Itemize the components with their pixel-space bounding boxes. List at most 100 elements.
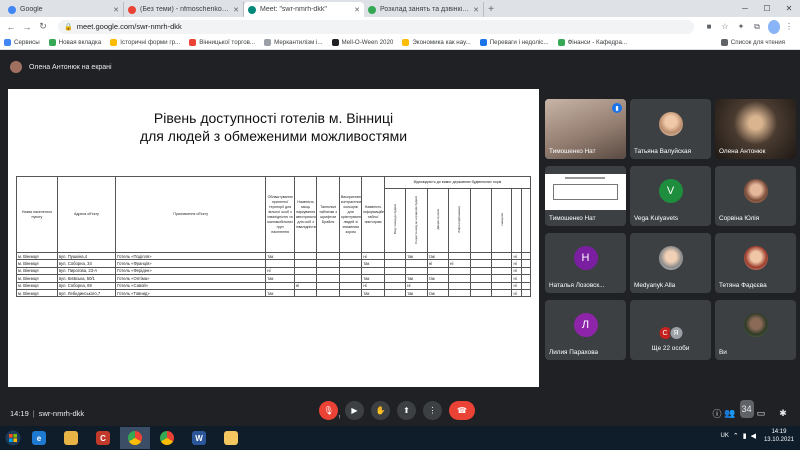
table-cell: вул. Київська, 50/1 (56, 274, 117, 283)
table-cell (520, 274, 532, 283)
tab-gmail[interactable]: (Без теми) - nfmoschenkom@g ✕ (124, 2, 244, 17)
volume-icon[interactable]: ◀ (751, 432, 756, 440)
table-cell: ні (293, 281, 318, 290)
table-cell (405, 266, 428, 276)
puzzle-icon[interactable]: ⧉ (750, 20, 764, 34)
info-button[interactable]: ⓘ (706, 404, 724, 422)
taskbar-app[interactable]: C (88, 427, 118, 449)
star-icon[interactable]: ☆ (718, 20, 732, 34)
table-cell (469, 288, 493, 298)
taskbar-app[interactable]: e (24, 427, 54, 449)
table-cell (491, 281, 513, 290)
extensions-icon[interactable]: ✦ (734, 20, 748, 34)
chat-button[interactable]: ▭ (750, 404, 768, 422)
participant-tile[interactable]: Тетяна Фадєєва (715, 233, 796, 293)
chevron-up-icon[interactable]: ⌃ (733, 432, 739, 440)
taskbar-app[interactable] (152, 427, 182, 449)
taskbar-app[interactable]: W (184, 427, 214, 449)
table-cell: вул. Пушкіна,4 (56, 251, 117, 261)
participant-tile[interactable]: Олена Антонюк (715, 99, 796, 159)
avatar (658, 246, 683, 270)
table-cell: так (405, 251, 428, 261)
participant-tile[interactable]: Сорвіна Юлія (715, 166, 796, 226)
bookmark-item[interactable]: Экономика как нау... (402, 39, 471, 46)
bookmark-item[interactable]: Вінницької торгов... (189, 39, 255, 46)
table-cell (426, 266, 450, 276)
clock-time: 14:19 (771, 429, 787, 435)
participant-tile[interactable]: V Vega Kulyavets (630, 166, 711, 226)
table-cell: ні (265, 266, 295, 276)
tab-schedule[interactable]: Розклад занять та дзвінків | "Ен ✕ (364, 2, 484, 17)
hand-icon: ✋ (375, 406, 386, 415)
present-button[interactable]: ⬆ (397, 401, 416, 420)
participant-tile-self[interactable]: Ви (715, 300, 796, 360)
table-cell (316, 251, 340, 261)
others-tile[interactable]: С Я Ще 22 особи (630, 300, 711, 360)
participant-tile[interactable]: ▮ Тимошенко Нат (545, 99, 626, 159)
bookmark-item[interactable]: Історичні форми гр... (110, 39, 180, 46)
tab-google[interactable]: Google ✕ (4, 2, 124, 17)
table-header: Адреса об'єкту (56, 176, 117, 253)
tab-title: Розклад занять та дзвінків | "Ен (380, 6, 470, 13)
bookmark-item[interactable]: Сервисы (4, 39, 40, 46)
table-cell (383, 259, 407, 268)
close-icon[interactable]: ✕ (354, 6, 360, 14)
camera-button[interactable]: ▶ (345, 401, 364, 420)
bookmark-item[interactable]: Переваги і недоліс... (479, 39, 549, 46)
bookmark-icon (264, 39, 272, 46)
raise-hand-button[interactable]: ✋ (371, 401, 390, 420)
table-cell: м. Вінниця (16, 251, 58, 261)
activities-button[interactable]: ✱ (772, 404, 790, 422)
minimize-icon[interactable]: ─ (734, 0, 756, 17)
leave-call-button[interactable]: ☎ (449, 401, 475, 420)
participant-tile[interactable]: Татьяна Валуйская (630, 99, 711, 159)
mic-off-button[interactable]: 🎙! (319, 401, 340, 421)
bookmark-item[interactable]: Меркантилізм і... (264, 39, 323, 46)
bookmark-item[interactable]: Mell-O-Ween 2020 (331, 39, 393, 46)
tab-meet[interactable]: Meet: "swr-nmrh-dkk" ✕ (244, 2, 364, 17)
people-button[interactable]: 👥 34 (724, 400, 754, 422)
taskbar-app[interactable] (216, 427, 246, 449)
lock-icon[interactable]: 🔒 (64, 23, 73, 31)
forward-arrow-icon[interactable]: → (20, 20, 34, 34)
table-cell (383, 288, 407, 298)
close-icon[interactable]: ✕ (233, 6, 239, 14)
participant-tile[interactable]: Medyanyk Alla (630, 233, 711, 293)
reading-list-button[interactable]: Список для чтения (720, 39, 785, 46)
more-options-button[interactable]: ⋮ (423, 401, 442, 420)
participant-tile[interactable]: Л Лилия Парахова (545, 300, 626, 360)
menu-icon[interactable]: ⋮ (782, 20, 796, 34)
bookmark-item[interactable]: Новая вкладка (48, 39, 101, 46)
participant-name: Наталья Лозовск... (549, 282, 605, 289)
close-icon[interactable]: ✕ (113, 6, 119, 14)
camera-icon[interactable]: ■ (702, 20, 716, 34)
clock-date: 13.10.2021 (763, 437, 794, 443)
others-count: Ще 22 особи (651, 345, 690, 352)
close-icon[interactable]: ✕ (473, 6, 479, 14)
table-cell (426, 281, 450, 290)
taskbar-app[interactable] (120, 427, 150, 449)
start-button[interactable] (2, 427, 24, 449)
bookmark-item[interactable]: Фінанси - Кафедра... (557, 39, 627, 46)
avatar (10, 61, 22, 73)
clock[interactable]: 14:19 13.10.2021 (764, 428, 794, 444)
table-cell (338, 274, 363, 283)
maximize-icon[interactable]: ☐ (756, 0, 778, 17)
table-cell: ні (426, 259, 450, 268)
close-window-icon[interactable]: ✕ (778, 0, 800, 17)
table-cell: Готель «Франція» (115, 259, 267, 268)
table-cell (520, 288, 532, 298)
table-cell: Готель «Феріден» (115, 266, 267, 276)
back-arrow-icon[interactable]: ← (4, 20, 18, 34)
language-indicator[interactable]: UK (721, 433, 729, 439)
reload-icon[interactable]: ↻ (36, 20, 50, 34)
new-tab-button[interactable]: + (484, 2, 498, 17)
windows-logo-icon (5, 430, 21, 446)
table-cell (293, 266, 318, 276)
address-bar[interactable]: 🔒 meet.google.com/swr-nmrh-dkk (58, 19, 694, 34)
network-icon[interactable]: ▮ (743, 432, 747, 440)
taskbar-app[interactable] (56, 427, 86, 449)
participant-tile[interactable]: Н Наталья Лозовск... (545, 233, 626, 293)
participant-tile[interactable]: Тимошенко Нат (545, 166, 626, 226)
profile-avatar[interactable] (766, 19, 780, 34)
